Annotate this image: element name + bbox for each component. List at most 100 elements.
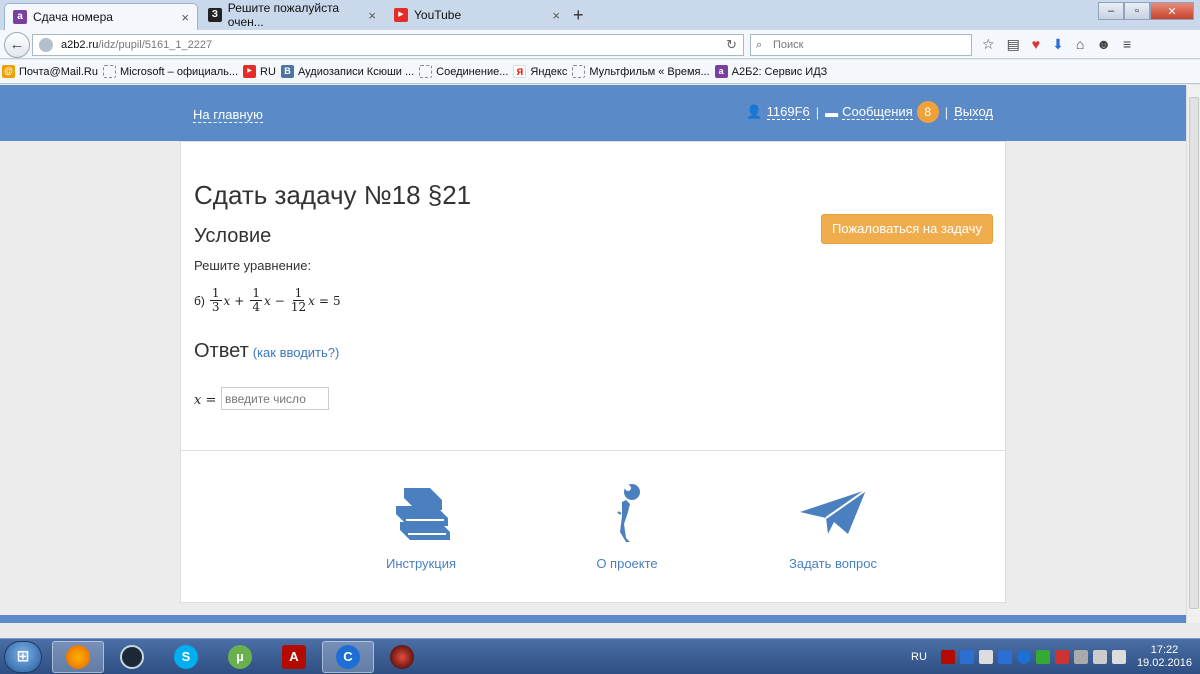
bookmark-a2b2[interactable]: a А2Б2: Сервис ИДЗ bbox=[714, 65, 827, 78]
url-path: /idz/pupil/5161_1_2227 bbox=[98, 39, 213, 51]
flag-tray-icon[interactable] bbox=[1054, 650, 1069, 664]
steam-icon bbox=[120, 645, 144, 669]
message-icon: ▬ bbox=[825, 104, 839, 120]
bookmark-vk[interactable]: В Аудиозаписи Ксюши ... bbox=[280, 65, 415, 78]
close-tab-icon[interactable]: × bbox=[368, 8, 376, 23]
info-icon bbox=[617, 484, 640, 542]
device-tray-icon[interactable] bbox=[1073, 650, 1088, 664]
close-tab-icon[interactable]: × bbox=[552, 8, 560, 23]
bookmark-youtube-ru[interactable]: ▶ RU bbox=[243, 65, 276, 78]
home-link[interactable]: На главную bbox=[193, 107, 263, 123]
volume-icon[interactable] bbox=[1111, 650, 1126, 664]
answer-heading-row: Ответ (как вводить?) bbox=[194, 340, 339, 363]
ask-question-label: Задать вопрос bbox=[789, 556, 877, 571]
user-id-link[interactable]: 1169F6 bbox=[766, 104, 810, 120]
bookmark-cartoon[interactable]: Мультфильм « Время... bbox=[572, 65, 710, 78]
bookmark-label: Яндекс bbox=[530, 65, 568, 78]
menu-icon[interactable]: ≡ bbox=[1123, 36, 1131, 53]
taskbar-acrobat[interactable]: A bbox=[268, 641, 320, 673]
denominator: 3 bbox=[211, 300, 220, 314]
taskbar-skype[interactable]: S bbox=[160, 641, 212, 673]
bookmark-yandex[interactable]: Я Яндекс bbox=[513, 65, 567, 78]
close-window-button[interactable]: ✕ bbox=[1150, 2, 1194, 20]
variable: x bbox=[308, 293, 315, 308]
home-icon[interactable]: ⌂ bbox=[1076, 36, 1084, 53]
new-tab-button[interactable]: + bbox=[573, 5, 584, 26]
clock-time: 17:22 bbox=[1150, 644, 1179, 656]
search-bar[interactable]: ⌕ Поиск bbox=[750, 34, 972, 56]
youtube-favicon-icon: ▶ bbox=[394, 8, 408, 22]
site-header: На главную 👤 1169F6 | ▬ Сообщения 8 | Вы… bbox=[0, 85, 1186, 141]
condition-heading: Условие bbox=[194, 225, 272, 247]
utorrent-icon: µ bbox=[228, 645, 252, 669]
taskbar-game[interactable] bbox=[376, 641, 428, 673]
tab-sdacha-nomera[interactable]: a Сдача номера × bbox=[4, 3, 198, 30]
tab-reshite[interactable]: З Решите пожалуйста очен... × bbox=[200, 1, 384, 29]
ccleaner-tray-icon[interactable] bbox=[1016, 650, 1031, 664]
books-icon bbox=[396, 488, 450, 540]
taskbar-firefox[interactable] bbox=[52, 641, 104, 673]
pocket-icon[interactable]: ♥ bbox=[1032, 36, 1040, 53]
app2-tray-icon[interactable] bbox=[997, 650, 1012, 664]
answer-input[interactable] bbox=[221, 387, 329, 410]
url-bar[interactable]: a2b2.ru/idz/pupil/5161_1_2227 ↻ bbox=[32, 34, 744, 56]
network-icon[interactable] bbox=[1092, 650, 1107, 664]
operator: = bbox=[318, 293, 329, 308]
about-link[interactable]: О проекте bbox=[547, 482, 707, 571]
check-tray-icon[interactable] bbox=[1035, 650, 1050, 664]
about-label: О проекте bbox=[596, 556, 658, 571]
bookmarks-menu-icon[interactable]: ▤ bbox=[1007, 36, 1020, 53]
language-indicator[interactable]: RU bbox=[911, 651, 927, 663]
messages-link[interactable]: Сообщения bbox=[842, 104, 913, 120]
separator: | bbox=[944, 104, 949, 120]
howto-link[interactable]: (как вводить?) bbox=[253, 345, 340, 360]
fraction-1: 13 bbox=[209, 287, 222, 314]
chat-icon[interactable]: ☻ bbox=[1096, 36, 1111, 53]
logout-link[interactable]: Выход bbox=[954, 104, 993, 120]
close-tab-icon[interactable]: × bbox=[181, 10, 189, 25]
page-scrollbar[interactable] bbox=[1186, 85, 1200, 623]
maximize-button[interactable]: ▫ bbox=[1124, 2, 1150, 20]
clock[interactable]: 17:22 19.02.2016 bbox=[1137, 644, 1192, 670]
fraction-3: 1 12 bbox=[291, 287, 306, 314]
windows-taskbar: ⊞ S µ A C RU 17:22 19.02.2016 bbox=[0, 638, 1200, 674]
firefox-icon bbox=[66, 645, 90, 669]
bookmark-label: Аудиозаписи Ксюши ... bbox=[297, 65, 415, 78]
site-identity-icon[interactable] bbox=[39, 38, 53, 52]
acrobat-tray-icon[interactable] bbox=[940, 650, 955, 664]
window-tray-icon[interactable] bbox=[978, 650, 993, 664]
operator: + bbox=[234, 293, 245, 308]
page-viewport: На главную 👤 1169F6 | ▬ Сообщения 8 | Вы… bbox=[0, 85, 1186, 623]
variable: x bbox=[264, 293, 271, 308]
minimize-button[interactable]: – bbox=[1098, 2, 1124, 20]
start-button[interactable]: ⊞ bbox=[4, 641, 42, 673]
a2b2-icon: a bbox=[714, 65, 728, 78]
complain-button[interactable]: Пожаловаться на задачу bbox=[821, 214, 993, 244]
back-button[interactable]: ← bbox=[4, 32, 30, 58]
taskbar-steam[interactable] bbox=[106, 641, 158, 673]
app-tray-icon[interactable] bbox=[959, 650, 974, 664]
tab-label: Сдача номера bbox=[33, 10, 113, 24]
bookmark-star-icon[interactable]: ☆ bbox=[982, 36, 995, 53]
a2b2-favicon-icon: a bbox=[13, 10, 27, 24]
bookmark-connection[interactable]: Соединение... bbox=[419, 65, 508, 78]
downloads-icon[interactable]: ⬇ bbox=[1052, 36, 1064, 53]
taskbar-utorrent[interactable]: µ bbox=[214, 641, 266, 673]
bookmark-mail[interactable]: @ Почта@Mail.Ru bbox=[2, 65, 98, 78]
scrollbar-thumb[interactable] bbox=[1189, 97, 1199, 609]
yandex-icon: Я bbox=[513, 65, 527, 78]
tab-youtube[interactable]: ▶ YouTube × bbox=[386, 3, 568, 27]
reload-icon[interactable]: ↻ bbox=[726, 35, 737, 55]
messages-badge: 8 bbox=[916, 101, 939, 123]
vk-icon: В bbox=[280, 65, 294, 78]
url-host: a2b2.ru bbox=[61, 39, 99, 51]
user-box: 👤 1169F6 | ▬ Сообщения 8 | Выход bbox=[746, 101, 993, 123]
instruction-link[interactable]: Инструкция bbox=[341, 482, 501, 571]
ask-question-link[interactable]: Задать вопрос bbox=[753, 482, 913, 571]
page-icon bbox=[103, 65, 116, 78]
taskbar-ccleaner[interactable]: C bbox=[322, 641, 374, 673]
operator: − bbox=[274, 293, 285, 308]
bookmark-microsoft[interactable]: Microsoft – официаль... bbox=[103, 65, 238, 78]
answer-label: x = bbox=[194, 393, 217, 408]
bookmark-label: RU bbox=[260, 65, 276, 78]
